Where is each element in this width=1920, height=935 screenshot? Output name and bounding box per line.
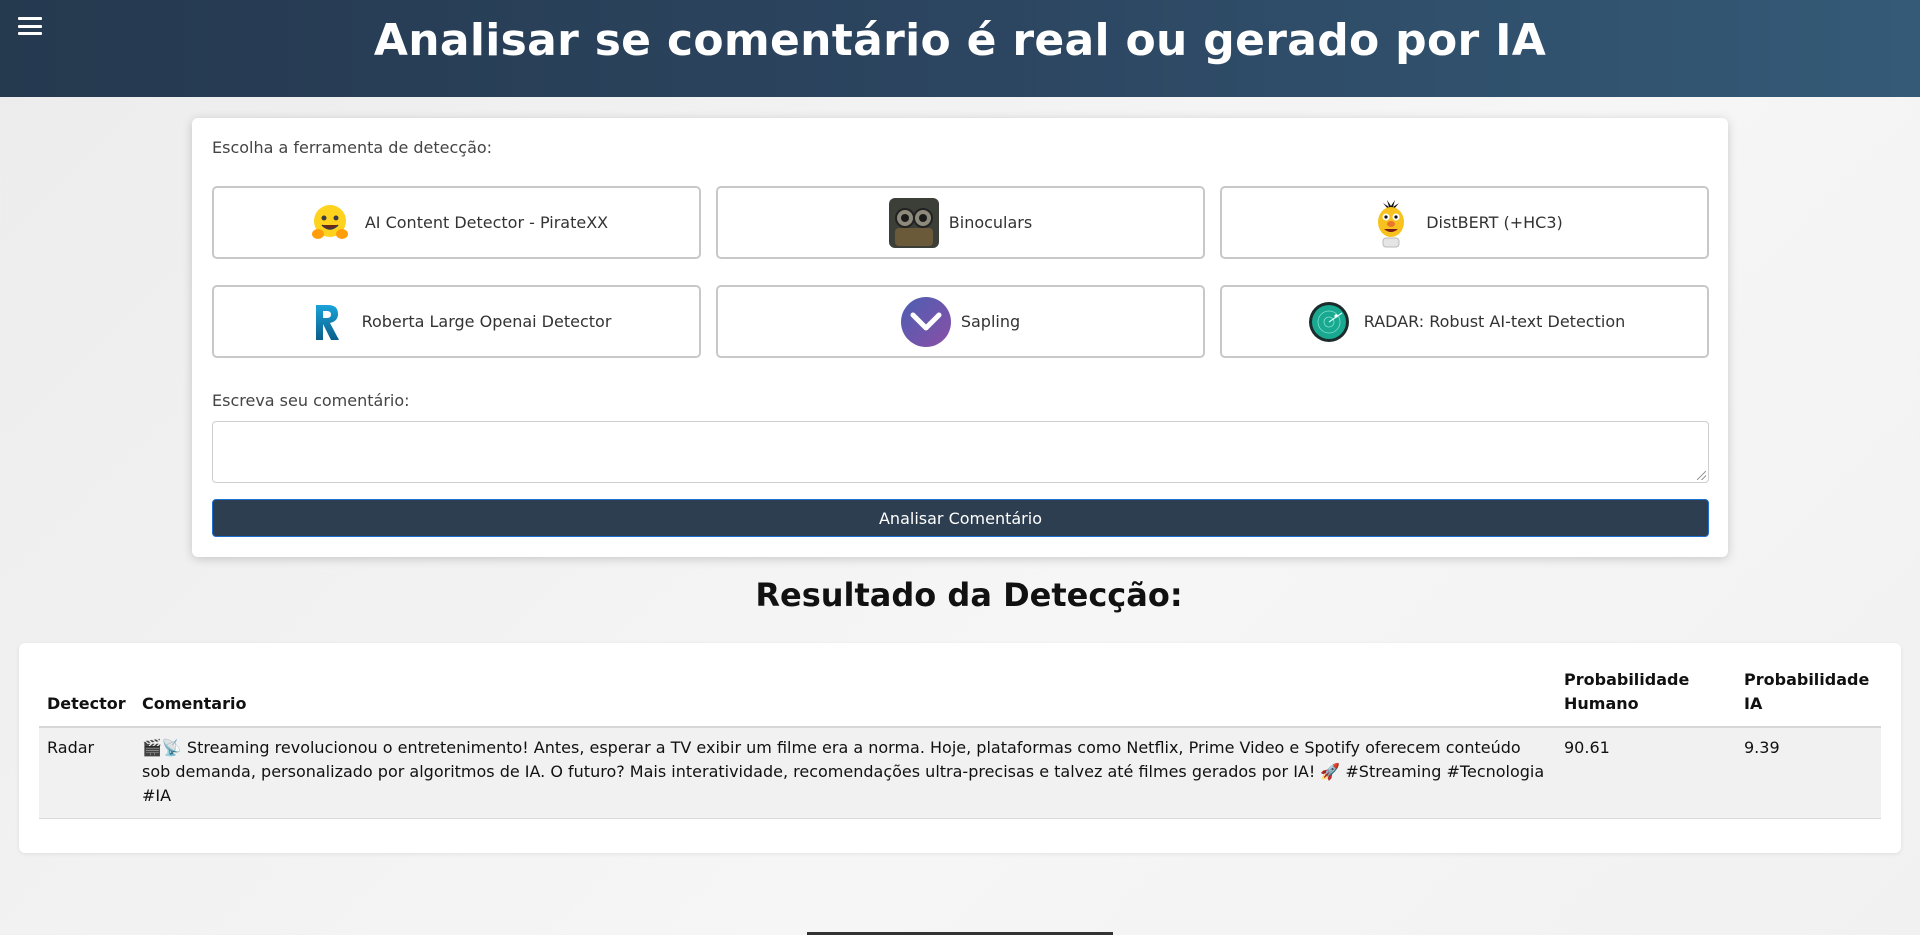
results-table: Detector Comentario Probabilidade Humano… (39, 668, 1881, 819)
comment-textarea[interactable] (212, 421, 1709, 483)
tool-button-roberta[interactable]: Roberta Large Openai Detector (212, 285, 701, 358)
tool-label-roberta: Roberta Large Openai Detector (361, 312, 612, 331)
tool-label-distbert: DistBERT (+HC3) (1426, 213, 1563, 232)
column-header-detector: Detector (47, 694, 126, 713)
page-title: Analisar se comentário é real ou gerado … (373, 15, 1547, 66)
column-header-comment: Comentario (142, 694, 247, 713)
tool-label-radar: RADAR: Robust AI-text Detection (1363, 312, 1626, 331)
tool-label-sapling: Sapling (960, 312, 1021, 331)
comment-label: Escreva seu comentário: (212, 391, 410, 410)
cell-detector: Radar (39, 727, 134, 819)
tool-button-binoculars[interactable]: Binoculars (716, 186, 1205, 259)
column-header-ai-probability: Probabilidade IA (1744, 670, 1870, 713)
app-header: Analisar se comentário é real ou gerado … (0, 0, 1920, 97)
roberta-r-icon (302, 297, 352, 347)
tool-button-piratexx[interactable]: AI Content Detector - PirateXX (212, 186, 701, 259)
tool-button-radar[interactable]: RADAR: Robust AI-text Detection (1220, 285, 1709, 358)
detection-form-card: Escolha a ferramenta de detecção: AI Con… (192, 118, 1728, 557)
resize-grip-icon[interactable] (1697, 471, 1706, 480)
hugging-face-icon (305, 198, 355, 248)
column-header-human-probability: Probabilidade Humano (1564, 670, 1690, 713)
cell-comment: 🎬📡 Streaming revolucionou o entretenimen… (134, 727, 1556, 819)
bert-muppet-icon (1366, 198, 1416, 248)
sapling-chevron-icon (900, 296, 951, 347)
table-row: Radar 🎬📡 Streaming revolucionou o entret… (39, 727, 1881, 819)
tool-label-piratexx: AI Content Detector - PirateXX (364, 213, 609, 232)
cell-human-probability: 90.61 (1556, 727, 1736, 819)
cell-ai-probability: 9.39 (1736, 727, 1881, 819)
radar-icon (1304, 297, 1354, 347)
results-title: Resultado da Detecção: (755, 576, 1183, 614)
analyze-comment-button[interactable]: Analisar Comentário (212, 499, 1709, 537)
results-card: Detector Comentario Probabilidade Humano… (19, 643, 1901, 853)
tool-button-sapling[interactable]: Sapling (716, 285, 1205, 358)
tool-selection-label: Escolha a ferramenta de detecção: (212, 138, 493, 157)
tool-label-binoculars: Binoculars (948, 213, 1033, 232)
binoculars-robot-icon (888, 197, 939, 248)
tool-button-distbert[interactable]: DistBERT (+HC3) (1220, 186, 1709, 259)
